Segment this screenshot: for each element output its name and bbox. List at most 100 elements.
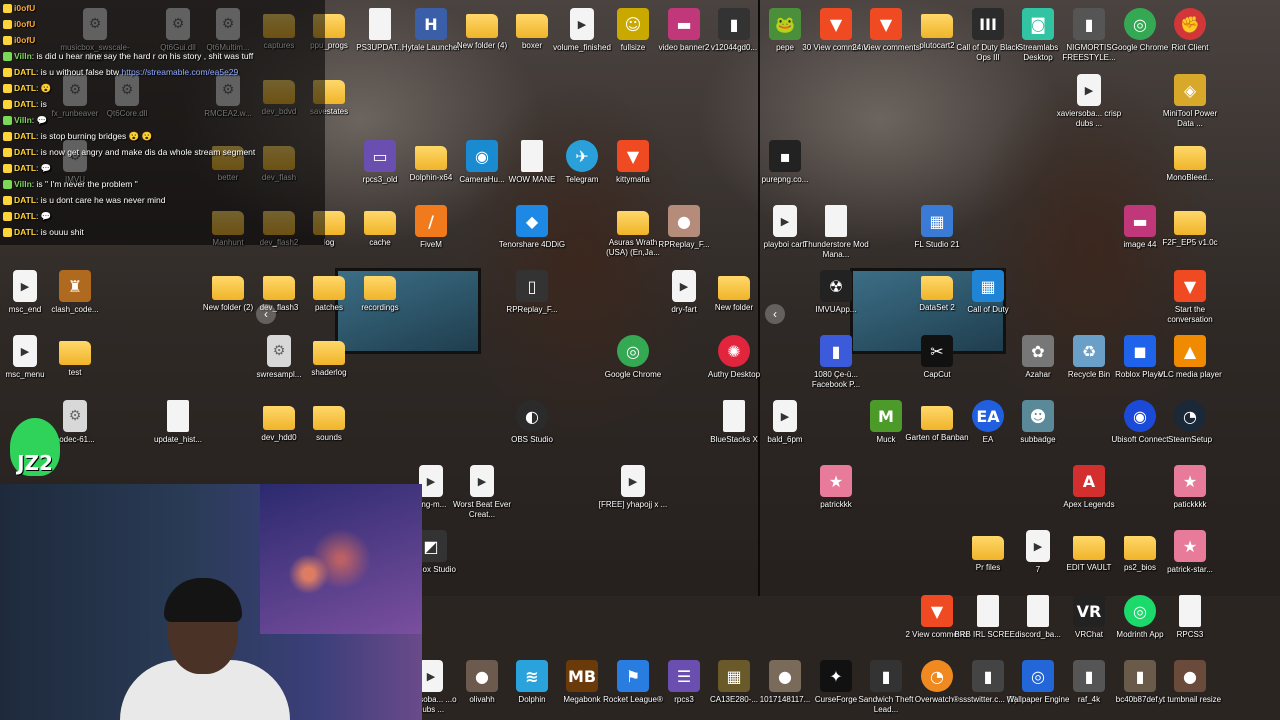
app-icon: ☻ — [1022, 400, 1054, 432]
desktop-icon[interactable]: ▶ [FREE] yhapojj x ... — [598, 465, 668, 510]
left-monitor-scroll-arrow[interactable]: ‹ — [256, 304, 276, 324]
desktop-icon[interactable]: New folder — [699, 270, 769, 313]
chat-username[interactable]: Villn — [14, 115, 32, 125]
chat-badge-icon — [3, 84, 12, 94]
chat-username[interactable]: DATL — [14, 67, 36, 77]
video-file-icon: ▶ — [672, 270, 696, 302]
desktop-icon[interactable]: / FiveM — [396, 205, 466, 250]
folder-icon — [921, 276, 953, 300]
desktop-icon[interactable]: ★ patrick-star... — [1155, 530, 1225, 575]
chat-username[interactable]: DATL — [14, 211, 36, 221]
desktop-icon[interactable]: ✺ Authy Desktop — [699, 335, 769, 380]
desktop-icon[interactable]: recordings — [345, 270, 415, 313]
desktop-icon[interactable]: ✊ Riot Client — [1155, 8, 1225, 53]
desktop-icon[interactable]: test — [40, 335, 110, 378]
chat-message: Villn: is " I'm never the problem " — [0, 176, 325, 192]
desktop-icon[interactable]: ☢ IMVUApp... — [801, 270, 871, 315]
desktop-icon[interactable]: ▦ FL Studio 21 — [902, 205, 972, 250]
chat-username[interactable]: Villn — [14, 179, 32, 189]
app-icon: ● — [769, 660, 801, 692]
folder-icon — [59, 341, 91, 365]
chat-message: DATL: is — [0, 96, 325, 112]
folder-icon — [313, 276, 345, 300]
chat-username[interactable]: Villn — [14, 51, 32, 61]
desktop-icon[interactable]: ▶ xaviersoba... crisp dubs ... — [1054, 74, 1124, 129]
chat-username[interactable]: DATL — [14, 83, 36, 93]
chat-link[interactable]: https://streamable.com/ea5e29 — [122, 67, 239, 77]
desktop-icon[interactable]: shaderlog — [294, 335, 364, 378]
desktop-icon[interactable]: ▯ RPReplay_F... — [497, 270, 567, 315]
desktop-icon[interactable]: MonoBleed... — [1155, 140, 1225, 183]
desktop-icon[interactable]: ▪ purepng.co... — [750, 140, 820, 185]
desktop-icon[interactable]: ◆ Tenorshare 4DDiG — [497, 205, 567, 250]
chat-message: DATL: 💬 — [0, 160, 325, 176]
desktop-icon[interactable]: ✂ CapCut — [902, 335, 972, 380]
chat-username[interactable]: i0ofU — [14, 3, 35, 13]
chat-message: DATL: is u without false btw https://str… — [0, 64, 325, 80]
chat-badge-icon — [3, 4, 12, 14]
desktop-icon[interactable]: ▶ Worst Beat Ever Creat... — [447, 465, 517, 520]
desktop-icon[interactable]: A Apex Legends — [1054, 465, 1124, 510]
chat-text: : is ouuu shit — [36, 227, 84, 237]
desktop-icon[interactable]: ☻ subbadge — [1003, 400, 1073, 445]
chat-username[interactable]: DATL — [14, 147, 36, 157]
chat-badge-icon — [3, 116, 12, 126]
desktop-icon[interactable]: ▶ bald_6pm — [750, 400, 820, 445]
video-file-icon: ▶ — [570, 8, 594, 40]
desktop-icon[interactable]: ★ patickkkk — [1155, 465, 1225, 510]
folder-icon — [212, 276, 244, 300]
app-icon: ▮ — [972, 660, 1004, 692]
right-monitor-scroll-arrow[interactable]: ‹ — [765, 304, 785, 324]
chat-username[interactable]: i0ofU — [14, 35, 35, 45]
desktop-icon[interactable]: ▲ VLC media player — [1155, 335, 1225, 380]
desktop-icon[interactable]: Thunderstore Mod Mana... — [801, 205, 871, 260]
desktop-icon[interactable]: ◈ MiniTool Power Data ... — [1155, 74, 1225, 129]
folder-icon — [263, 276, 295, 300]
chat-text: : 💬 — [36, 211, 52, 221]
app-icon: ▮ — [1073, 660, 1105, 692]
app-icon: ▭ — [364, 140, 396, 172]
file-icon — [723, 400, 745, 432]
chat-username[interactable]: DATL — [14, 195, 36, 205]
desktop-icon[interactable]: ▮ 1080 Çe-ü... Facebook P... — [801, 335, 871, 390]
chat-username[interactable]: i0ofU — [14, 19, 35, 29]
chat-message: DATL: 😮 — [0, 80, 325, 96]
desktop-icon-label: xaviersoba... crisp dubs ... — [1056, 109, 1122, 128]
app-icon: MB — [566, 660, 598, 692]
chat-username[interactable]: DATL — [14, 227, 36, 237]
desktop-icon[interactable]: sounds — [294, 400, 364, 443]
chat-text: : is " I'm never the problem " — [31, 179, 138, 189]
streamer-beanie — [164, 578, 242, 622]
desktop-icon-label: Riot Client — [1171, 43, 1209, 52]
desktop-icon-label: shaderlog — [311, 368, 347, 377]
chat-username[interactable]: DATL — [14, 99, 36, 109]
app-icon: ≋ — [516, 660, 548, 692]
desktop-icon[interactable]: update_hist... — [143, 400, 213, 445]
app-icon: ◐ — [516, 400, 548, 432]
desktop-icon[interactable]: ♜ clash_code... — [40, 270, 110, 315]
desktop-icon[interactable]: ◎ Google Chrome — [598, 335, 668, 380]
chat-username[interactable]: DATL — [14, 131, 36, 141]
desktop-icon[interactable]: RPCS3 — [1155, 595, 1225, 640]
desktop-icon[interactable]: ▦ Call of Duty — [953, 270, 1023, 315]
app-icon: 🐸 — [769, 8, 801, 40]
desktop-icon[interactable]: ◐ OBS Studio — [497, 400, 567, 445]
chat-username[interactable]: DATL — [14, 163, 36, 173]
desktop-icon-label: patickkkk — [1173, 500, 1207, 509]
desktop-icon[interactable]: ◔ SteamSetup — [1155, 400, 1225, 445]
app-icon: ◔ — [921, 660, 953, 692]
desktop-icon-label: purepng.co... — [761, 175, 809, 184]
desktop-icon-label: bald_6pm — [767, 435, 803, 444]
app-icon: ☺ — [617, 8, 649, 40]
chat-message: Villn: is did u hear nine say the hard r… — [0, 48, 325, 64]
desktop-icon[interactable]: ● RPReplay_F... — [649, 205, 719, 250]
app-icon: ◎ — [1124, 595, 1156, 627]
desktop-icon[interactable]: ▼ Start the conversation — [1155, 270, 1225, 325]
file-icon — [369, 8, 391, 40]
desktop-icon[interactable]: F2F_EP5 v1.0c — [1155, 205, 1225, 248]
desktop-icon[interactable]: ▼ kittymafia — [598, 140, 668, 185]
folder-icon — [921, 14, 953, 38]
desktop-icon[interactable]: ● yt tumbnail resize — [1155, 660, 1225, 705]
file-icon — [167, 400, 189, 432]
desktop-icon[interactable]: ★ patrickkk — [801, 465, 871, 510]
